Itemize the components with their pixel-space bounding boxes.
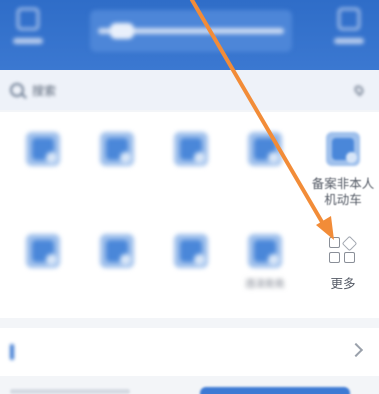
header-right-button[interactable] — [327, 8, 371, 58]
location-icon — [352, 83, 366, 97]
search-bar[interactable]: 搜索 — [0, 70, 379, 110]
header-left-button[interactable] — [6, 8, 50, 58]
bottom-action-button[interactable] — [200, 387, 350, 394]
chevron-right-icon — [348, 342, 364, 358]
scan-icon — [17, 8, 39, 30]
search-input[interactable]: 搜索 — [32, 82, 56, 99]
edit-icon — [100, 234, 134, 268]
services-grid: 备案非本人机动车 违法处处 更多 — [0, 112, 379, 318]
more-button[interactable]: 更多 — [306, 222, 379, 318]
notice-row[interactable] — [0, 328, 379, 376]
search-icon — [10, 83, 24, 97]
card-icon — [248, 234, 282, 268]
more-label: 更多 — [330, 276, 356, 291]
license-icon — [174, 132, 208, 166]
header-right-label — [334, 38, 364, 44]
notice-content — [10, 344, 34, 360]
grid-more-icon — [328, 235, 358, 266]
service-label: 违法处处 — [245, 279, 285, 290]
vehicle-record-icon — [326, 132, 360, 166]
header-banner-badge — [110, 23, 134, 39]
header-banner[interactable] — [90, 10, 292, 52]
message-icon — [338, 8, 360, 30]
doc-icon — [26, 132, 60, 166]
service-item-vehicle-record[interactable]: 备案非本人机动车 — [306, 120, 379, 216]
bottom-text-line — [10, 389, 130, 394]
service-item[interactable] — [6, 222, 80, 318]
notice-accent — [10, 344, 14, 360]
service-item[interactable] — [80, 120, 154, 216]
service-item[interactable] — [6, 120, 80, 216]
service-label: 备案非本人机动车 — [311, 176, 375, 207]
app-header — [0, 0, 379, 70]
header-left-label — [13, 38, 43, 44]
home-icon — [174, 234, 208, 268]
service-item[interactable] — [80, 222, 154, 318]
location-selector[interactable] — [352, 83, 369, 97]
report-icon — [248, 132, 282, 166]
service-item[interactable] — [228, 120, 302, 216]
service-item-violation[interactable]: 违法处处 — [228, 222, 302, 318]
service-item[interactable] — [154, 120, 228, 216]
car-icon — [100, 132, 134, 166]
calendar-icon — [26, 234, 60, 268]
service-item[interactable] — [154, 222, 228, 318]
